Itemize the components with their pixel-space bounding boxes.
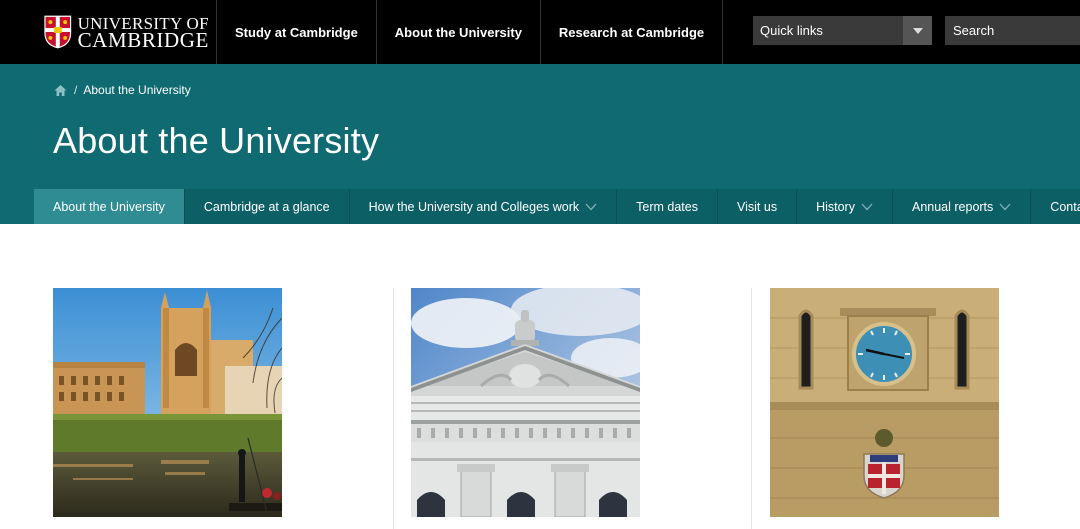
crest-icon: [44, 15, 72, 49]
card-divider: [751, 288, 752, 529]
subnav-label: Annual reports: [911, 199, 994, 214]
clock-tower-photo: [770, 288, 999, 517]
chevron-down-icon: [585, 203, 597, 210]
subnav-term-dates[interactable]: Term dates: [616, 189, 717, 224]
subnav-contact[interactable]: Contact us: [1030, 189, 1080, 224]
site-header: UNIVERSITY OF CAMBRIDGE Study at Cambrid…: [0, 0, 1080, 64]
subnav-label: How the University and Colleges work: [368, 199, 580, 214]
subnav-history[interactable]: History: [796, 189, 892, 224]
quick-links-label: Quick links: [760, 23, 823, 38]
card-image-clock-tower[interactable]: [770, 288, 999, 517]
breadcrumb-current: About the University: [83, 83, 191, 97]
logo-wordmark: UNIVERSITY OF CAMBRIDGE: [77, 15, 209, 52]
card-image-senate-house[interactable]: [411, 288, 640, 517]
subnav-annual-reports[interactable]: Annual reports: [891, 189, 1030, 224]
subnav-about[interactable]: About the University: [34, 189, 184, 224]
subnav-how-it-works[interactable]: How the University and Colleges work: [348, 189, 617, 224]
card-divider: [393, 288, 394, 529]
subnav-label: About the University: [53, 199, 165, 214]
subnav-glance[interactable]: Cambridge at a glance: [183, 189, 349, 224]
university-logo[interactable]: UNIVERSITY OF CAMBRIDGE: [44, 14, 209, 52]
nav-about[interactable]: About the University: [375, 0, 540, 64]
search-input[interactable]: [945, 16, 1080, 45]
card-image-kings-college[interactable]: [53, 288, 282, 517]
chevron-down-icon: [999, 203, 1011, 210]
caret-down-icon: [912, 27, 923, 34]
card-grid: [0, 288, 1080, 529]
hero-band: / About the University About the Univers…: [0, 64, 1080, 224]
home-icon[interactable]: [54, 84, 67, 97]
breadcrumb-separator: /: [74, 83, 78, 97]
section-nav: About the University Cambridge at a glan…: [34, 189, 1080, 224]
page-title: About the University: [53, 120, 380, 161]
subnav-visit[interactable]: Visit us: [717, 189, 796, 224]
quick-links-toggle[interactable]: [903, 16, 932, 45]
subnav-label: History: [816, 199, 855, 214]
subnav-label: Cambridge at a glance: [203, 199, 330, 214]
breadcrumb: / About the University: [54, 83, 191, 97]
logo-line-2: CAMBRIDGE: [77, 28, 209, 52]
senate-house-photo: [411, 288, 640, 517]
kings-college-photo: [53, 288, 282, 517]
main-nav: Study at Cambridge About the University …: [216, 0, 724, 64]
quick-links-dropdown[interactable]: Quick links: [753, 16, 932, 45]
chevron-down-icon: [861, 203, 873, 210]
subnav-label: Contact us: [1050, 199, 1080, 214]
nav-study[interactable]: Study at Cambridge: [216, 0, 376, 64]
subnav-label: Term dates: [636, 199, 698, 214]
nav-research[interactable]: Research at Cambridge: [539, 0, 724, 64]
subnav-label: Visit us: [737, 199, 778, 214]
